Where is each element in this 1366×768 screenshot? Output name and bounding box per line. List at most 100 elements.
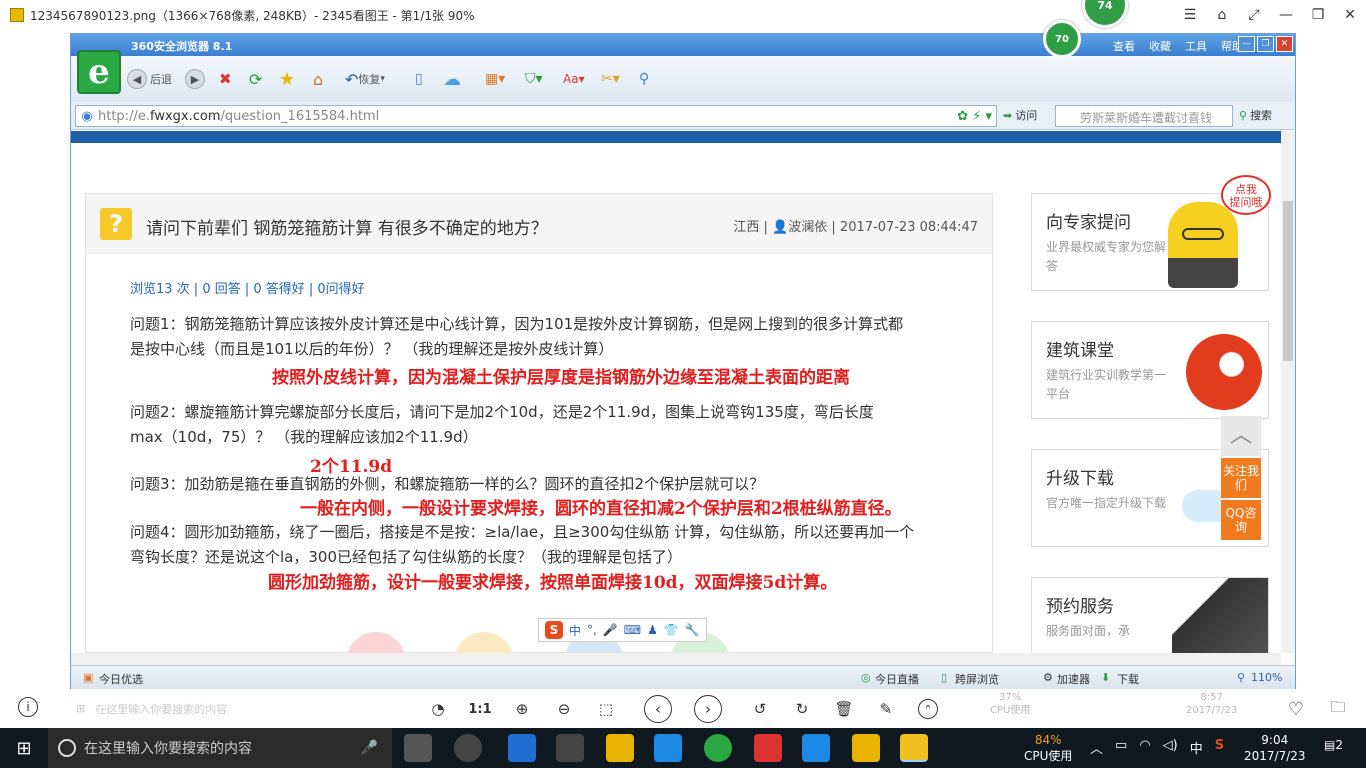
- browser-logo[interactable]: e: [77, 50, 121, 94]
- building-class-card[interactable]: 建筑课堂 建筑行业实训教学第一平台: [1031, 321, 1269, 419]
- screenshot-button[interactable]: ✂▾: [601, 68, 620, 90]
- status-crossscreen[interactable]: 跨屏浏览: [955, 671, 999, 687]
- browser-search-input[interactable]: 劳斯莱斯婚车遭截讨喜钱: [1055, 105, 1233, 127]
- safety-button[interactable]: ⛉▾: [525, 68, 543, 90]
- scrollbar-thumb[interactable]: [1283, 201, 1293, 361]
- edge-icon[interactable]: [508, 734, 536, 762]
- next-icon[interactable]: ›: [694, 695, 722, 723]
- zoom-level[interactable]: 110%: [1251, 671, 1282, 684]
- actual-size-button[interactable]: 1:1: [468, 697, 492, 721]
- slideshow-icon[interactable]: ◔: [426, 697, 450, 721]
- windows-start-icon[interactable]: ⊞: [0, 728, 48, 768]
- back-button[interactable]: ◀ 后退: [127, 68, 172, 90]
- punctuation-icon[interactable]: °,: [587, 623, 597, 637]
- zoom-in-icon[interactable]: ⊕: [510, 697, 534, 721]
- skin-icon[interactable]: ⌂: [1206, 0, 1238, 30]
- status-live[interactable]: 今日直播: [875, 671, 919, 687]
- status-download[interactable]: 下载: [1117, 671, 1139, 687]
- favorite-button[interactable]: ★: [279, 68, 295, 90]
- info-icon[interactable]: i: [18, 697, 38, 717]
- status-accelerator[interactable]: 加速器: [1057, 671, 1090, 687]
- question-region[interactable]: 江西: [733, 220, 759, 235]
- skin-shirt-icon[interactable]: 👕: [664, 623, 679, 637]
- phone-button[interactable]: ▯: [415, 68, 423, 90]
- visit-button[interactable]: ➡ 访问: [1003, 107, 1037, 123]
- sogou-tray-icon[interactable]: S: [1215, 738, 1224, 757]
- fullscreen-icon[interactable]: ⤢: [1238, 0, 1270, 30]
- taskview-icon[interactable]: [404, 734, 432, 762]
- browser-close-icon[interactable]: ✕: [1276, 36, 1293, 52]
- menu-view[interactable]: 查看: [1113, 38, 1135, 54]
- close-icon[interactable]: ✕: [1334, 0, 1366, 30]
- stop-button[interactable]: ✖: [219, 68, 232, 90]
- menu-icon[interactable]: ☰: [1174, 0, 1206, 30]
- app-plus-icon[interactable]: [802, 734, 830, 762]
- follow-button[interactable]: 关注我们: [1221, 458, 1261, 498]
- status-today[interactable]: 今日优选: [99, 671, 143, 687]
- ask-bubble[interactable]: 点我 提问哦: [1221, 175, 1271, 215]
- restore-button[interactable]: ↶ 恢复 ▾: [345, 68, 385, 90]
- booking-service-card[interactable]: 预约服务 服务面对面，承: [1031, 577, 1269, 653]
- previous-icon[interactable]: ‹: [644, 695, 672, 723]
- rotate-left-icon[interactable]: ↺: [748, 697, 772, 721]
- qq-consult-button[interactable]: QQ咨询: [1221, 500, 1261, 540]
- cpu-meter[interactable]: 84% CPU使用: [1024, 732, 1072, 764]
- notification-icon[interactable]: ▤2: [1324, 738, 1343, 752]
- zoom-button[interactable]: ⚲: [639, 68, 649, 90]
- download-icon: ⬇: [1101, 671, 1111, 684]
- keyboard-icon[interactable]: ⌨: [624, 623, 641, 637]
- fit-icon[interactable]: ⬚: [594, 697, 618, 721]
- back-to-top-icon[interactable]: ︿: [1221, 416, 1261, 456]
- app-g-icon[interactable]: [654, 734, 682, 762]
- rotate-right-icon[interactable]: ↻: [790, 697, 814, 721]
- app-360browser-icon[interactable]: [704, 734, 732, 762]
- action-circle-2[interactable]: [454, 632, 514, 653]
- forward-button[interactable]: ▶: [185, 68, 208, 90]
- menu-favorites[interactable]: 收藏: [1149, 38, 1171, 54]
- network-icon[interactable]: ◠: [1139, 738, 1150, 757]
- search-button[interactable]: ⚲ 搜索: [1239, 107, 1272, 123]
- wrench-icon[interactable]: 🔧: [685, 623, 700, 637]
- address-input[interactable]: ◉ http://e. fwxgx.com/question_1615584.ht…: [75, 105, 997, 127]
- app-viewer-icon[interactable]: [900, 734, 928, 762]
- heart-icon[interactable]: ♡: [1284, 697, 1308, 721]
- app-360-icon[interactable]: [454, 734, 482, 762]
- browser-title-bar: 360安全浏览器 8.1 查看 收藏 工具 帮助 — ❐ ✕: [71, 34, 1295, 56]
- more-up-icon[interactable]: ⌃: [918, 699, 938, 719]
- store-icon[interactable]: [556, 734, 584, 762]
- tray-up-icon[interactable]: ︿: [1090, 738, 1103, 757]
- clock[interactable]: 9:04 2017/7/23: [1244, 732, 1306, 764]
- explorer-icon[interactable]: [606, 734, 634, 762]
- browser-minimize-icon[interactable]: —: [1238, 36, 1255, 52]
- apps-button[interactable]: ▦▾: [485, 68, 505, 90]
- delete-icon[interactable]: 🗑: [832, 697, 856, 721]
- edit-icon[interactable]: ✎: [874, 697, 898, 721]
- volume-icon[interactable]: ◁): [1163, 738, 1178, 757]
- address-tools-icon[interactable]: ✿ ⚡ ▾: [957, 109, 992, 124]
- taskbar-search[interactable]: 在这里输入你要搜索的内容 🎤: [48, 728, 392, 768]
- battery-icon[interactable]: ▭: [1115, 738, 1127, 757]
- app-notes-icon[interactable]: [852, 734, 880, 762]
- translate-button[interactable]: Aa▾: [563, 68, 585, 90]
- zoom-out-icon[interactable]: ⊖: [552, 697, 576, 721]
- microphone-icon[interactable]: 🎤: [361, 740, 378, 756]
- horizontal-scrollbar[interactable]: [71, 653, 1281, 665]
- browser-toolbar: ◀ 后退 ▶ ✖ ⟳ ★ ⌂ ↶ 恢复 ▾ ▯ ☁ ▦▾ ⛉▾ Aa▾ ✂▾ ⚲: [71, 56, 1295, 102]
- mic-icon[interactable]: 🎤: [603, 623, 618, 637]
- cloud-button[interactable]: ☁: [443, 68, 461, 90]
- minimize-icon[interactable]: —: [1270, 0, 1302, 30]
- menu-tools[interactable]: 工具: [1185, 38, 1207, 54]
- browser-badge[interactable]: 70: [1043, 20, 1081, 58]
- vertical-scrollbar[interactable]: [1281, 131, 1295, 653]
- refresh-button[interactable]: ⟳: [249, 68, 262, 90]
- ime-indicator[interactable]: 中: [1190, 738, 1203, 757]
- user-icon-ime[interactable]: ♟: [647, 623, 658, 637]
- browser-restore-icon[interactable]: ❐: [1257, 36, 1274, 52]
- maximize-icon[interactable]: ❐: [1302, 0, 1334, 30]
- home-button[interactable]: ⌂: [313, 68, 323, 90]
- action-circle-1[interactable]: [346, 632, 406, 653]
- app-red-icon[interactable]: [754, 734, 782, 762]
- question-user[interactable]: 波澜依: [788, 220, 827, 235]
- folder-icon[interactable]: 🗀: [1326, 697, 1350, 721]
- sogou-ime-bar[interactable]: S 中 °, 🎤 ⌨ ♟ 👕 🔧: [538, 618, 707, 642]
